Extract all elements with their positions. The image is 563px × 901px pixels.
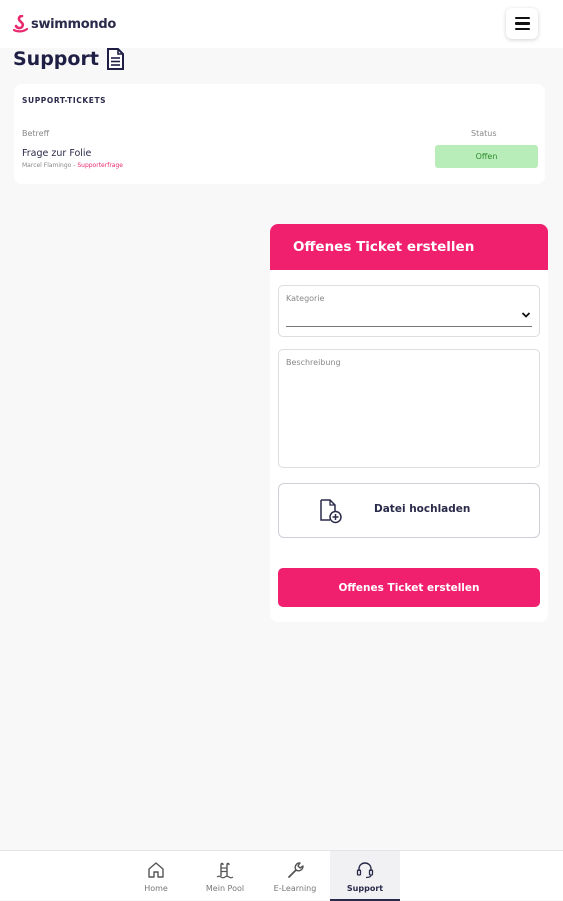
home-icon [148, 862, 164, 878]
support-tickets-card: SUPPORT-TICKETS Betreff Status Frage zur… [14, 84, 545, 184]
page-title: Support [13, 46, 124, 72]
support-tickets-heading: SUPPORT-TICKETS [22, 96, 107, 105]
bottom-nav: Home Mein Pool E-Learning Support [0, 850, 563, 901]
create-ticket-button[interactable]: Offenes Ticket erstellen [278, 568, 540, 607]
upload-file-label: Datei hochladen [374, 503, 471, 515]
menu-button[interactable] [506, 8, 538, 39]
category-label: Kategorie [286, 294, 325, 303]
form-title: Offenes Ticket erstellen [270, 224, 548, 270]
nav-item-mein-pool[interactable]: Mein Pool [190, 851, 260, 901]
ticket-category: Supporterfrage [77, 162, 123, 169]
top-bar: swimmondo [0, 0, 563, 48]
status-badge: Offen [435, 145, 538, 168]
nav-item-home[interactable]: Home [121, 851, 191, 901]
category-select[interactable]: Kategorie [278, 285, 540, 337]
nav-label-support: Support [346, 884, 384, 893]
nav-label-e-learning: E-Learning [273, 884, 317, 893]
swimmondo-logo-icon [13, 15, 29, 33]
document-icon [106, 48, 124, 70]
description-field[interactable]: Beschreibung [278, 349, 540, 468]
headset-icon [356, 862, 374, 879]
subject-column-header: Betreff [22, 129, 50, 138]
status-column-header: Status [471, 129, 497, 138]
logo-text: swimmondo [31, 16, 117, 32]
create-ticket-form: Offenes Ticket erstellen Kategorie Besch… [270, 224, 548, 622]
upload-file-button[interactable]: Datei hochladen [278, 483, 540, 538]
file-add-icon [320, 499, 342, 524]
wrench-icon [288, 862, 304, 878]
ticket-author: Marcel Flamingo [22, 162, 72, 169]
chevron-down-icon [521, 312, 531, 318]
ticket-meta: Marcel Flamingo - Supporterfrage [22, 162, 123, 169]
nav-label-mein-pool: Mein Pool [205, 884, 245, 893]
nav-item-support[interactable]: Support [330, 851, 400, 901]
pool-ladder-icon [216, 862, 234, 879]
page-title-text: Support [13, 48, 99, 70]
nav-label-home: Home [144, 884, 168, 893]
category-underline [286, 326, 532, 327]
description-label: Beschreibung [286, 358, 341, 367]
ticket-subject[interactable]: Frage zur Folie [22, 148, 91, 159]
logo[interactable]: swimmondo [13, 13, 116, 35]
hamburger-menu-icon [514, 16, 530, 20]
nav-item-e-learning[interactable]: E-Learning [260, 851, 330, 901]
